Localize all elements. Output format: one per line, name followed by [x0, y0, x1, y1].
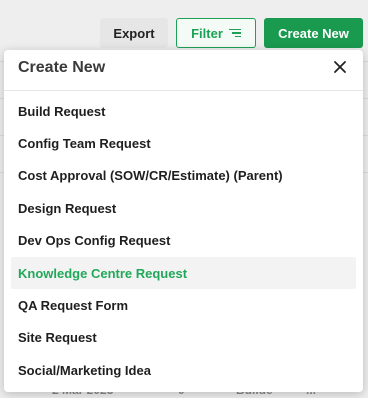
filter-button-label: Filter — [191, 25, 223, 41]
menu-item-knowledge-centre-request[interactable]: Knowledge Centre Request — [11, 256, 356, 290]
create-new-dropdown: Create New Build Request Config Team Req… — [4, 50, 363, 392]
dropdown-title: Create New — [18, 59, 106, 76]
menu-item-site-request[interactable]: Site Request — [11, 322, 356, 354]
create-new-menu: Build Request Config Team Request Cost A… — [11, 95, 356, 387]
menu-item-cost-approval[interactable]: Cost Approval (SOW/CR/Estimate) (Parent) — [11, 160, 356, 192]
menu-item-social-marketing-idea[interactable]: Social/Marketing Idea — [11, 354, 356, 386]
create-new-button[interactable]: Create New — [264, 18, 363, 48]
filter-button[interactable]: Filter — [176, 18, 256, 48]
menu-item-config-team-request[interactable]: Config Team Request — [11, 127, 356, 159]
menu-item-dev-ops-config-request[interactable]: Dev Ops Config Request — [11, 225, 356, 257]
export-button[interactable]: Export — [100, 18, 168, 48]
dropdown-divider — [4, 90, 363, 91]
app-stage: 2 Mar 2023 0 Builde ... Export Filter Cr… — [0, 0, 368, 398]
menu-item-qa-request-form[interactable]: QA Request Form — [11, 289, 356, 321]
menu-item-design-request[interactable]: Design Request — [11, 192, 356, 224]
create-new-button-label: Create New — [278, 25, 349, 41]
close-icon[interactable] — [331, 58, 349, 76]
menu-item-build-request[interactable]: Build Request — [11, 95, 356, 127]
export-button-label: Export — [113, 25, 155, 41]
filter-icon — [228, 28, 241, 38]
